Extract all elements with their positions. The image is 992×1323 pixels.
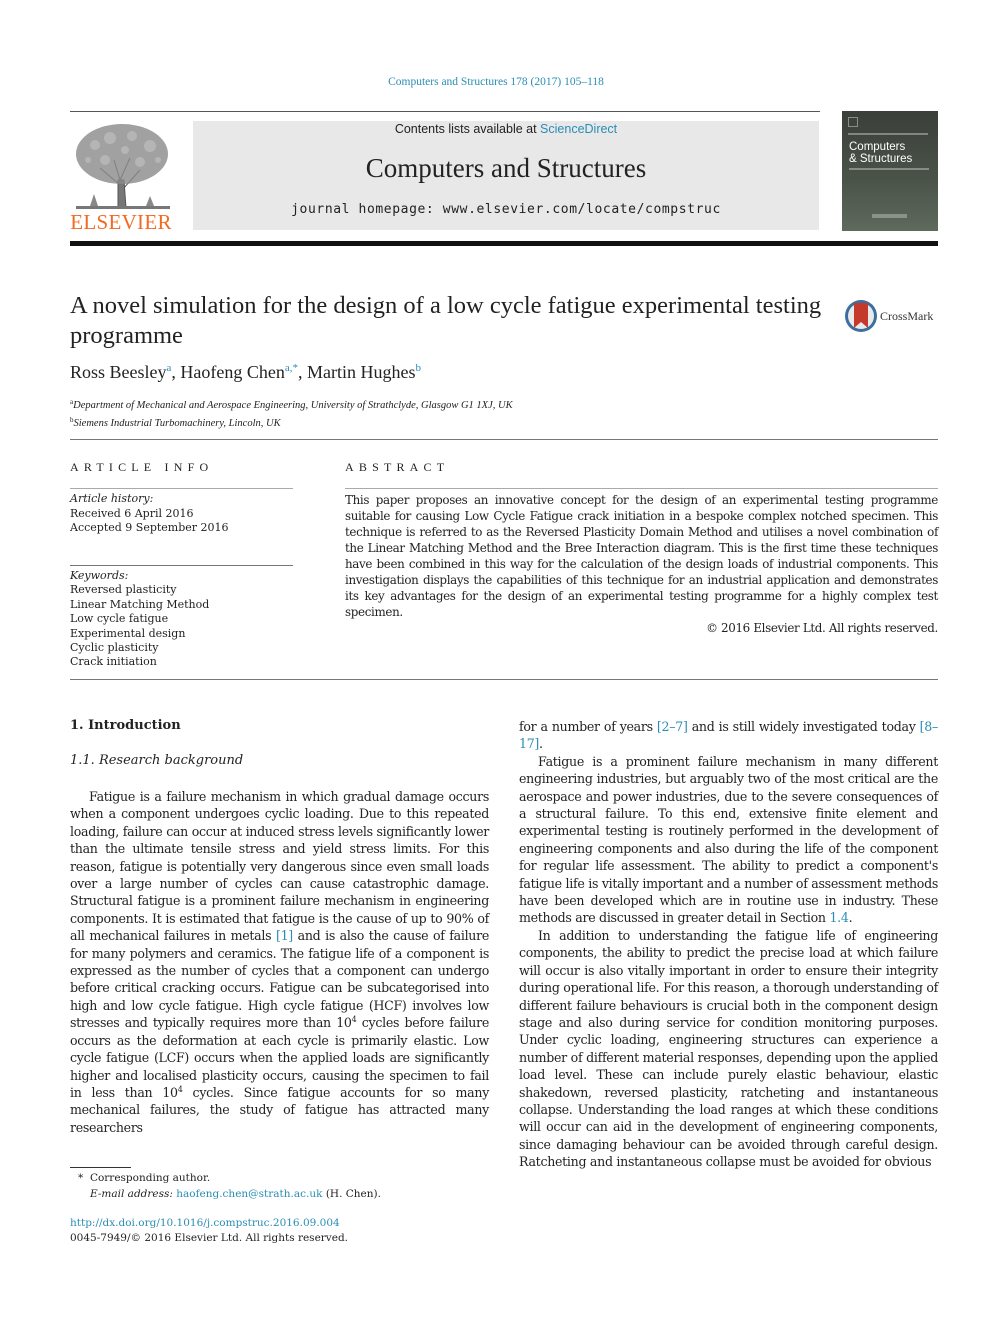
footnote-text: Corresponding author. [89,1172,211,1184]
journal-title: Computers and Structures [365,153,647,183]
text-run: for a number of years [519,719,657,734]
divider [70,488,293,489]
sciencedirect-link[interactable]: ScienceDirect [540,122,617,136]
cover-top-line [848,133,928,135]
right-column: for a number of years [2–7] and is still… [519,718,938,1171]
affiliation-item: bSiemens Industrial Turbomachinery, Linc… [70,413,513,431]
footnote-mark: * [78,1172,84,1184]
issn-copyright: 0045-7949/© 2016 Elsevier Ltd. All right… [70,1232,349,1244]
keyword-item: Low cycle fatigue [70,612,169,626]
article-info-heading: ARTICLE INFO [70,460,214,474]
email-suffix: (H. Chen). [325,1188,381,1200]
contents-prefix: Contents lists available at [394,122,541,136]
cover-logo-icon [848,117,858,127]
cover-publisher-mark [872,214,907,218]
divider [70,439,938,440]
keyword-item: Reversed plasticity [70,583,177,597]
affiliation-item: aDepartment of Mechanical and Aerospace … [70,395,513,413]
divider [70,679,938,680]
email-label: E-mail address: [90,1188,173,1200]
citation-link[interactable]: [1] [276,928,293,943]
author-name[interactable]: Martin Hughes [307,362,415,382]
author-name[interactable]: Ross Beesley [70,362,167,382]
keyword-item: Crack initiation [70,655,157,669]
keyword-item: Cyclic plasticity [70,641,159,655]
doi-block: http://dx.doi.org/10.1016/j.compstruc.20… [70,1216,348,1246]
keyword-item: Linear Matching Method [70,597,210,611]
top-divider [70,111,820,112]
keywords-label: Keywords: [70,569,129,582]
contents-line: Contents lists available at ScienceDirec… [193,122,819,136]
text-run: Fatigue is a failure mechanism in which … [70,789,489,944]
article-title: A novel simulation for the design of a l… [70,292,822,349]
section-heading: 1. Introduction [70,718,181,733]
email-link[interactable]: haofeng.chen@strath.ac.uk [176,1188,322,1200]
author-list: Ross Beesleya, Haofeng Chena,*, Martin H… [70,362,421,382]
doi-link[interactable]: http://dx.doi.org/10.1016/j.compstruc.20… [70,1216,348,1231]
author-name[interactable]: Haofeng Chen [180,362,284,382]
corresponding-author-note: * Corresponding author. [78,1170,381,1186]
paragraph: Fatigue is a failure mechanism in which … [70,788,489,1136]
crossmark-label[interactable]: CrossMark [880,309,933,324]
footnote-divider [70,1167,131,1168]
cover-subtitle-line [849,168,929,170]
elsevier-wordmark: ELSEVIER [70,210,172,234]
accepted-date: Accepted 9 September 2016 [70,521,229,534]
subsection-heading: 1.1. Research background [70,753,244,768]
cover-title-line2: & Structures [849,153,913,165]
journal-cover-thumbnail[interactable]: Computers & Structures [842,111,938,231]
abstract: This paper proposes an innovative concep… [345,492,938,636]
cover-title-line1: Computers [849,141,906,153]
abstract-body: This paper proposes an innovative concep… [345,493,938,619]
journal-reference-link[interactable]: Computers and Structures 178 (2017) 105–… [0,76,992,88]
journal-homepage[interactable]: journal homepage: www.elsevier.com/locat… [193,202,819,217]
history-label: Article history: [70,492,154,505]
author-affiliation-mark[interactable]: a [167,362,172,374]
paragraph: Fatigue is a prominent failure mechanism… [519,753,938,927]
header-thick-divider [70,241,938,246]
left-column: Fatigue is a failure mechanism in which … [70,788,489,1136]
email-note: E-mail address: haofeng.chen@strath.ac.u… [78,1186,381,1202]
abstract-copyright: © 2016 Elsevier Ltd. All rights reserved… [706,621,938,635]
author-affiliation-mark[interactable]: b [415,362,421,374]
journal-masthead: Contents lists available at ScienceDirec… [193,121,819,230]
divider [70,565,293,566]
article-history: Article history: Received 6 April 2016 A… [70,492,229,536]
keywords: Keywords: Reversed plasticity Linear Mat… [70,569,209,670]
text-run: and is still widely investigated today [687,719,920,734]
footnotes: * Corresponding author. E-mail address: … [78,1170,381,1202]
section-link[interactable]: 1.4 [829,910,848,925]
text-run: . [848,910,853,926]
affiliations: aDepartment of Mechanical and Aerospace … [70,395,513,431]
paragraph: In addition to understanding the fatigue… [519,927,938,1170]
received-date: Received 6 April 2016 [70,506,194,520]
keyword-item: Experimental design [70,626,186,640]
affiliation-text: Siemens Industrial Turbomachinery, Linco… [73,418,281,429]
author-affiliation-mark[interactable]: a,* [285,362,298,374]
text-run: . [539,736,543,752]
affiliation-text: Department of Mechanical and Aerospace E… [73,400,513,411]
abstract-heading: ABSTRACT [345,460,450,474]
text-run: Fatigue is a prominent failure mechanism… [519,753,938,926]
paragraph: for a number of years [2–7] and is still… [519,718,938,753]
citation-link[interactable]: [2–7] [657,719,688,734]
cover-title: Computers & Structures [849,141,912,165]
divider [345,488,938,489]
